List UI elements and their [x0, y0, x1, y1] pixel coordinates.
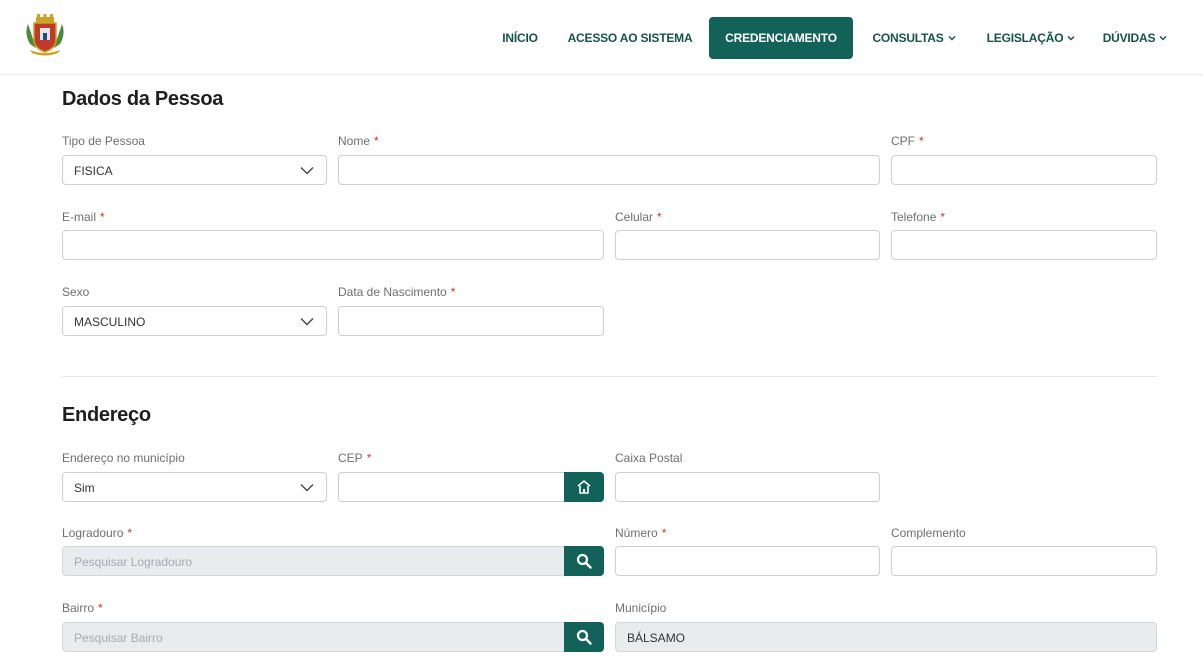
chevron-down-icon: [300, 167, 314, 175]
logradouro-search-button[interactable]: [564, 546, 604, 576]
email-label: E-mail *: [62, 210, 105, 224]
nav-credenciamento[interactable]: CREDENCIAMENTO: [709, 17, 853, 59]
top-navbar: INÍCIO ACESSO AO SISTEMA CREDENCIAMENTO …: [0, 0, 1203, 75]
complemento-input[interactable]: [891, 546, 1157, 576]
logradouro-input[interactable]: Pesquisar Logradouro: [62, 546, 566, 576]
municipio-label: Município: [615, 601, 667, 615]
sexo-value: MASCULINO: [74, 315, 146, 329]
cep-input[interactable]: [338, 472, 566, 502]
tipo-pessoa-label: Tipo de Pessoa: [62, 134, 145, 148]
chevron-down-icon: [300, 484, 314, 492]
search-icon: [576, 629, 592, 645]
celular-input[interactable]: [615, 230, 880, 260]
bairro-input[interactable]: Pesquisar Bairro: [62, 622, 566, 652]
tipo-pessoa-value: FISICA: [74, 164, 113, 178]
municipio-input[interactable]: BÁLSAMO: [615, 622, 1157, 652]
nav-credenciamento-label: CREDENCIAMENTO: [725, 31, 837, 45]
nascimento-label: Data de Nascimento *: [338, 285, 456, 299]
telefone-input[interactable]: [891, 230, 1157, 260]
cep-search-button[interactable]: [564, 472, 604, 502]
municipio-value: BÁLSAMO: [627, 631, 686, 645]
sexo-label: Sexo: [62, 285, 90, 299]
nav-acesso-label: ACESSO AO SISTEMA: [567, 31, 693, 45]
cpf-input[interactable]: [891, 155, 1157, 185]
nav-consultas[interactable]: CONSULTAS: [866, 17, 962, 59]
nome-input[interactable]: [338, 155, 880, 185]
nav-inicio-label: INÍCIO: [502, 31, 538, 45]
bairro-label: Bairro *: [62, 601, 103, 615]
sexo-select[interactable]: MASCULINO: [62, 306, 327, 336]
cep-label: CEP *: [338, 451, 372, 465]
chevron-down-icon: [948, 36, 956, 41]
email-input[interactable]: [62, 230, 604, 260]
nav-legislacao-label: LEGISLAÇÃO: [986, 31, 1064, 45]
search-icon: [576, 553, 592, 569]
nav-duvidas[interactable]: DÚVIDAS: [1092, 17, 1178, 59]
endereco-municipio-select[interactable]: Sim: [62, 472, 327, 502]
nav-legislacao[interactable]: LEGISLAÇÃO: [982, 17, 1080, 59]
section-divider: [62, 376, 1157, 377]
section-title-pessoa: Dados da Pessoa: [62, 88, 224, 110]
cpf-label: CPF *: [891, 134, 924, 148]
nav-consultas-label: CONSULTAS: [872, 31, 944, 45]
endereco-municipio-label: Endereço no município: [62, 451, 185, 465]
coat-of-arms-logo[interactable]: [22, 14, 68, 56]
chevron-down-icon: [300, 318, 314, 326]
caixa-postal-label: Caixa Postal: [615, 451, 683, 465]
caixa-postal-input[interactable]: [615, 472, 880, 502]
tipo-pessoa-select[interactable]: FISICA: [62, 155, 327, 185]
home-icon: [577, 479, 591, 494]
logradouro-placeholder: Pesquisar Logradouro: [74, 555, 193, 569]
logradouro-label: Logradouro *: [62, 526, 133, 540]
numero-label: Número *: [615, 526, 667, 540]
nome-label: Nome *: [338, 134, 379, 148]
complemento-label: Complemento: [891, 526, 966, 540]
endereco-municipio-value: Sim: [74, 481, 95, 495]
section-title-endereco: Endereço: [62, 404, 151, 426]
nav-inicio[interactable]: INÍCIO: [492, 17, 548, 59]
nascimento-input[interactable]: [338, 306, 604, 336]
nav-duvidas-label: DÚVIDAS: [1102, 31, 1156, 45]
bairro-search-button[interactable]: [564, 622, 604, 652]
chevron-down-icon: [1067, 36, 1075, 41]
telefone-label: Telefone *: [891, 210, 946, 224]
nav-acesso-sistema[interactable]: ACESSO AO SISTEMA: [562, 17, 698, 59]
celular-label: Celular *: [615, 210, 662, 224]
numero-input[interactable]: [615, 546, 880, 576]
chevron-down-icon: [1159, 36, 1167, 41]
bairro-placeholder: Pesquisar Bairro: [74, 631, 163, 645]
